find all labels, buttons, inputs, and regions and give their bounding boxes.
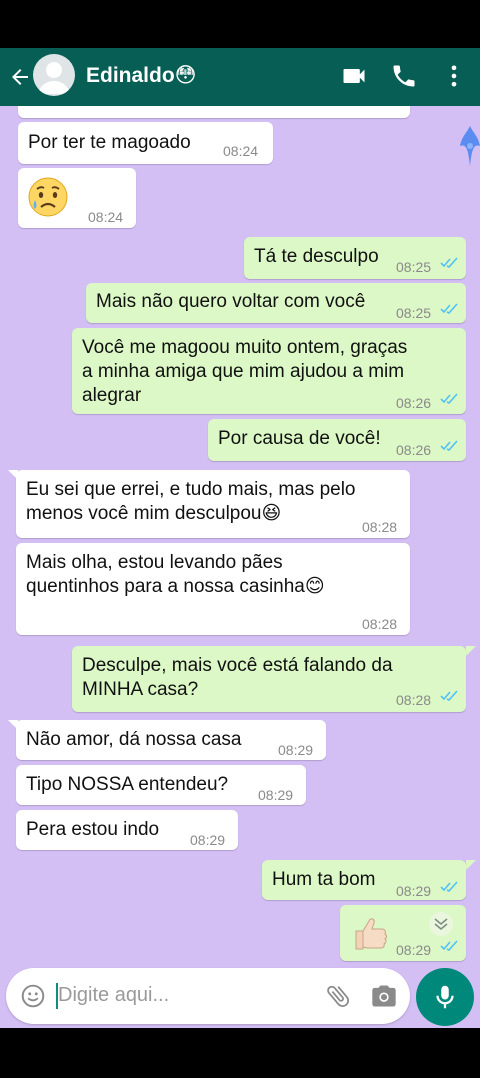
message-text-line: MINHA casa? [82,679,199,700]
message-text-line: menos você mim desculpou😆 [26,503,282,524]
message-composer[interactable]: Digite aqui... [6,968,410,1024]
message-time: 08:29 [396,942,432,958]
message-bubble[interactable]: Mais olha, estou levando pães quentinhos… [16,543,410,635]
message-time: 08:24 [88,209,124,225]
message-input[interactable]: Digite aqui... [58,984,169,1007]
read-receipt-icon [440,303,458,314]
message-text-line: quentinhos para a nossa casinha😊 [26,576,325,597]
message-text: Hum ta bom [272,869,376,890]
camera-icon[interactable] [370,982,398,1010]
message-bubble[interactable]: Pera estou indo 08:29 [16,810,238,850]
message-text-line: Eu sei que errei, e tudo mais, mas pelo [26,479,356,500]
message-text-line: Desculpe, mais você está falando da [82,655,393,676]
more-vert-icon[interactable] [440,62,468,90]
flower-sticker-icon [460,126,480,166]
bubble-tail [466,860,476,870]
message-time: 08:26 [396,395,432,411]
mic-button[interactable] [416,968,474,1026]
phone-icon[interactable] [390,62,418,90]
message-time: 08:29 [258,787,294,803]
navigation-bar [0,1028,480,1078]
message-time: 08:29 [278,742,314,758]
avatar[interactable] [33,54,75,96]
message-bubble[interactable]: Tá te desculpo 08:25 [244,237,466,279]
message-bubble[interactable]: Desculpe, mais você está falando da MINH… [72,646,466,712]
read-receipt-icon [440,690,458,701]
message-bubble-partial [18,106,410,118]
read-receipt-icon [440,881,458,892]
message-bubble[interactable]: 08:29 [340,905,466,961]
message-time: 08:24 [223,143,259,159]
contact-name[interactable]: Edinaldo😳 [86,63,197,88]
chevron-down-icon[interactable] [428,911,454,937]
message-text-line: Você me magoou muito ontem, graças [82,337,408,358]
chat-header: Edinaldo😳 [0,48,480,106]
message-bubble[interactable]: 08:24 [18,168,136,228]
message-text: Por ter te magoado [28,132,191,153]
message-text: Tipo NOSSA entendeu? [26,774,229,795]
message-time: 08:28 [362,616,398,632]
avatar-icon [38,62,70,94]
message-text-line: a minha amiga que mim ajudou a mim [82,361,405,382]
message-text: Não amor, dá nossa casa [26,729,242,750]
message-bubble[interactable]: Eu sei que errei, e tudo mais, mas pelo … [16,470,410,538]
message-text: Por causa de você! [218,428,381,449]
message-bubble[interactable]: Por ter te magoado 08:24 [18,122,273,164]
message-text-line: Mais olha, estou levando pães [26,552,283,573]
read-receipt-icon [440,257,458,268]
message-time: 08:29 [190,832,226,848]
chat-area[interactable]: Por ter te magoado 08:24 08:24 Tá te des… [0,106,480,1028]
message-time: 08:28 [396,692,432,708]
message-time: 08:29 [396,883,432,899]
message-bubble[interactable]: Tipo NOSSA entendeu? 08:29 [16,765,306,805]
back-arrow-icon[interactable] [8,63,32,91]
bubble-tail [466,646,476,656]
message-bubble[interactable]: Não amor, dá nossa casa 08:29 [16,720,326,760]
mic-icon [436,985,454,1009]
message-time: 08:28 [362,519,398,535]
message-text: Tá te desculpo [254,246,379,267]
message-text: Mais não quero voltar com você [96,291,366,312]
video-call-icon[interactable] [340,62,368,90]
status-bar [0,0,480,48]
message-bubble[interactable]: Hum ta bom 08:29 [262,860,466,900]
message-time: 08:26 [396,442,432,458]
message-time: 08:25 [396,259,432,275]
message-text: Pera estou indo [26,819,160,840]
read-receipt-icon [440,393,458,404]
message-bubble[interactable]: Por causa de você! 08:26 [208,419,466,461]
message-text-line: alegrar [82,385,142,406]
sad-relieved-face-emoji [28,177,68,217]
read-receipt-icon [440,940,458,951]
message-bubble[interactable]: Mais não quero voltar com você 08:25 [86,283,466,323]
message-bubble[interactable]: Você me magoou muito ontem, graças a min… [72,328,466,414]
read-receipt-icon [440,440,458,451]
message-time: 08:25 [396,305,432,321]
emoji-icon[interactable] [20,983,46,1009]
attach-icon[interactable] [324,982,352,1010]
thumbs-up-emoji [355,918,387,950]
